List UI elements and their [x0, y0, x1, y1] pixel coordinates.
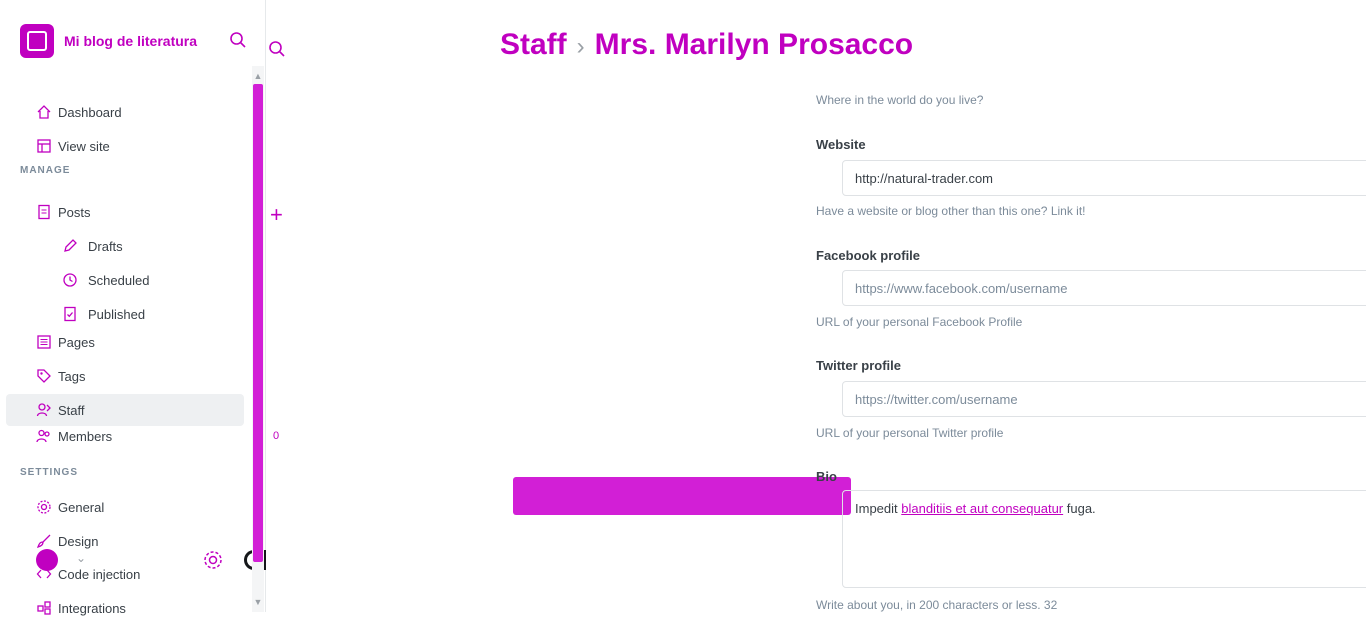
- location-help: Where in the world do you live?: [816, 93, 984, 107]
- avatar[interactable]: [36, 549, 58, 571]
- bio-help: Write about you, in 200 characters or le…: [816, 598, 1058, 612]
- add-icon[interactable]: +: [270, 204, 283, 226]
- brand[interactable]: Mi blog de literatura: [20, 24, 197, 58]
- gear-icon: [37, 500, 51, 514]
- sidebar-scrollbar[interactable]: ▲ ▼: [252, 66, 264, 612]
- facebook-field[interactable]: https://www.facebook.com/username: [842, 270, 1366, 306]
- members-icon: [36, 429, 50, 443]
- sidebar-item-label: Integrations: [58, 600, 126, 616]
- website-label: Website: [816, 137, 866, 152]
- ghost-logo-icon: [20, 24, 54, 58]
- bio-text-prefix: Impedit: [855, 501, 902, 516]
- scroll-down-arrow[interactable]: ▼: [252, 596, 264, 608]
- sidebar-item-integrations[interactable]: Integrations: [6, 592, 244, 624]
- gutter-count: 0: [273, 430, 280, 442]
- settings-gear-icon[interactable]: [202, 549, 224, 571]
- document-icon: [38, 204, 50, 220]
- sidebar-footer: ⌄: [36, 545, 286, 575]
- sidebar-item-label: Staff: [58, 402, 85, 418]
- bio-label: Bio: [816, 469, 837, 484]
- facebook-help: URL of your personal Facebook Profile: [816, 315, 1023, 329]
- gutter: [266, 0, 500, 612]
- sidebar-item-label: View site: [58, 138, 110, 154]
- sidebar-item-drafts[interactable]: Drafts: [6, 230, 244, 262]
- sidebar-item-pages[interactable]: Pages: [6, 326, 244, 358]
- layout-icon: [37, 139, 51, 153]
- section-title-manage: MANAGE: [20, 165, 71, 176]
- staff-icon: [36, 403, 51, 417]
- clock-icon: [63, 273, 77, 287]
- scroll-up-arrow[interactable]: ▲: [252, 70, 264, 82]
- sidebar-item-label: Published: [88, 306, 146, 322]
- sidebar-item-label: Posts: [58, 204, 91, 220]
- sidebar: Mi blog de literatura Dashboard View sit…: [0, 0, 286, 616]
- search-icon[interactable]: [229, 31, 247, 49]
- upload-progress-bar: [513, 477, 851, 515]
- sidebar-item-members[interactable]: Members: [6, 420, 244, 452]
- pages-icon: [37, 335, 51, 349]
- blog-title: Mi blog de literatura: [64, 33, 198, 49]
- breadcrumb: Staff › Mrs. Marilyn Prosacco: [500, 28, 913, 62]
- tag-icon: [37, 369, 51, 383]
- scroll-thumb[interactable]: [253, 84, 263, 562]
- sidebar-item-label: Members: [58, 428, 113, 444]
- sidebar-item-label: Scheduled: [88, 272, 150, 288]
- page-title: Mrs. Marilyn Prosacco: [594, 28, 914, 61]
- pencil-icon: [64, 239, 77, 252]
- sidebar-item-tags[interactable]: Tags: [6, 360, 244, 392]
- twitter-help: URL of your personal Twitter profile: [816, 426, 1004, 440]
- home-icon: [37, 105, 51, 119]
- sidebar-item-label: General: [58, 499, 105, 515]
- bio-text-suffix: fuga.: [1063, 501, 1096, 516]
- website-field[interactable]: http://natural-trader.com: [842, 160, 1366, 196]
- search-icon[interactable]: [268, 40, 286, 58]
- sidebar-item-scheduled[interactable]: Scheduled: [6, 264, 244, 296]
- twitter-label: Twitter profile: [816, 358, 901, 373]
- sidebar-item-view-site[interactable]: View site: [6, 130, 244, 162]
- bio-textarea[interactable]: Impedit blanditiis et aut consequatur fu…: [842, 490, 1366, 588]
- sidebar-item-label: Pages: [58, 334, 95, 350]
- sidebar-item-label: Drafts: [88, 238, 123, 254]
- chevron-down-icon[interactable]: ⌄: [76, 551, 86, 565]
- sidebar-item-posts[interactable]: Posts: [6, 196, 244, 228]
- integrations-icon: [37, 601, 51, 615]
- sidebar-item-label: Tags: [58, 368, 86, 384]
- sidebar-item-dashboard[interactable]: Dashboard: [6, 96, 244, 128]
- sidebar-item-label: Dashboard: [58, 104, 122, 120]
- sidebar-item-general[interactable]: General: [6, 491, 244, 523]
- breadcrumb-separator: ›: [576, 33, 585, 60]
- breadcrumb-staff[interactable]: Staff: [500, 28, 567, 61]
- published-icon: [64, 306, 76, 322]
- section-title-settings: SETTINGS: [20, 467, 79, 478]
- website-help: Have a website or blog other than this o…: [816, 204, 1086, 218]
- bio-text-link[interactable]: blanditiis et aut consequatur: [901, 501, 1063, 516]
- facebook-label: Facebook profile: [816, 248, 921, 263]
- twitter-field[interactable]: https://twitter.com/username: [842, 381, 1366, 417]
